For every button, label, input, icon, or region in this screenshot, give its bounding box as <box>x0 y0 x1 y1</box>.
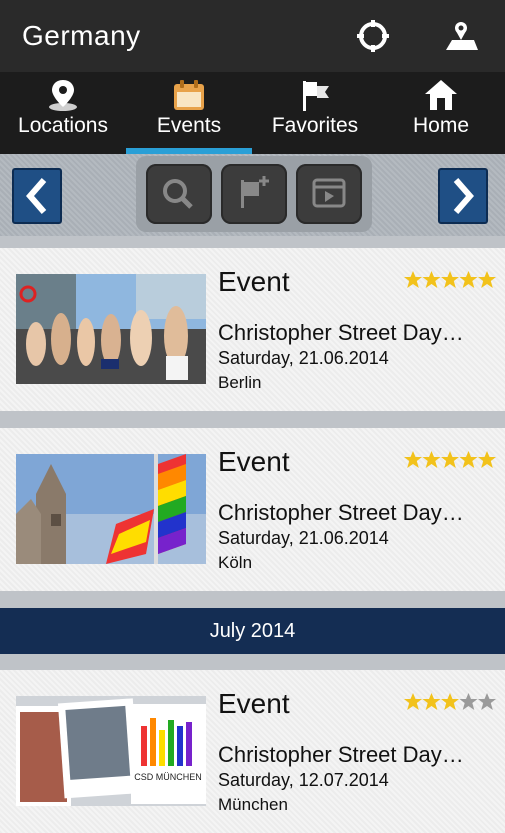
tool-group <box>136 156 372 232</box>
tab-label: Favorites <box>271 114 359 137</box>
event-photo: CSD MÜNCHEN <box>16 696 206 806</box>
event-card[interactable]: Event Christopher Street Day… Saturday, … <box>0 248 505 411</box>
month-section-header: July 2014 <box>0 608 505 654</box>
svg-text:CSD MÜNCHEN: CSD MÜNCHEN <box>134 772 202 782</box>
event-date: Saturday, 12.07.2014 <box>218 770 389 790</box>
flag-add-icon <box>241 176 269 208</box>
event-title: Christopher Street Day… <box>218 320 464 345</box>
event-date: Saturday, 21.06.2014 <box>218 528 389 548</box>
tab-label: Home <box>412 114 470 137</box>
title-bar: Germany <box>0 0 505 72</box>
calendar-play-icon <box>312 178 346 208</box>
tab-label: Events <box>156 114 222 137</box>
search-button[interactable] <box>146 164 212 224</box>
event-date: Saturday, 21.06.2014 <box>218 348 389 368</box>
chevron-left-icon <box>26 178 47 214</box>
rating-stars-icon <box>404 271 496 288</box>
event-card[interactable]: CSD MÜNCHEN Event Christopher Street Day… <box>0 670 505 833</box>
event-title: Christopher Street Day… <box>218 742 464 767</box>
event-type: Event <box>218 446 290 477</box>
home-icon <box>425 80 457 110</box>
event-city: Berlin <box>218 373 262 392</box>
event-photo <box>16 274 206 384</box>
next-button[interactable] <box>438 168 488 224</box>
tab-locations[interactable]: Locations <box>0 72 126 154</box>
month-label: July 2014 <box>209 620 296 642</box>
rating-stars-icon <box>404 693 496 710</box>
pin-icon <box>49 80 77 111</box>
event-city: München <box>218 795 288 814</box>
flags-icon <box>303 81 329 111</box>
event-photo <box>16 454 206 564</box>
event-type: Event <box>218 266 290 297</box>
app-title: Germany <box>22 20 141 51</box>
tab-bar: Locations Events Favorites Home <box>0 72 505 154</box>
tab-events[interactable]: Events <box>126 72 252 154</box>
event-list: Event Christopher Street Day… Saturday, … <box>0 236 505 833</box>
calendar-icon <box>174 80 204 110</box>
rating-stars-icon <box>404 451 496 468</box>
event-city: Köln <box>218 553 253 572</box>
toolbar <box>0 154 505 236</box>
tab-label: Locations <box>18 114 108 137</box>
tab-home[interactable]: Home <box>378 72 504 154</box>
event-title: Christopher Street Day… <box>218 500 464 525</box>
prev-button[interactable] <box>12 168 62 224</box>
search-icon <box>163 179 193 209</box>
event-type: Event <box>218 688 290 719</box>
crosshair-icon[interactable] <box>355 18 391 54</box>
tab-favorites[interactable]: Favorites <box>252 72 378 154</box>
calendar-filter-button[interactable] <box>296 164 362 224</box>
event-card[interactable]: Event Christopher Street Day… Saturday, … <box>0 428 505 591</box>
map-icon[interactable] <box>444 18 480 54</box>
chevron-right-icon <box>453 178 474 214</box>
add-favorite-button[interactable] <box>221 164 287 224</box>
